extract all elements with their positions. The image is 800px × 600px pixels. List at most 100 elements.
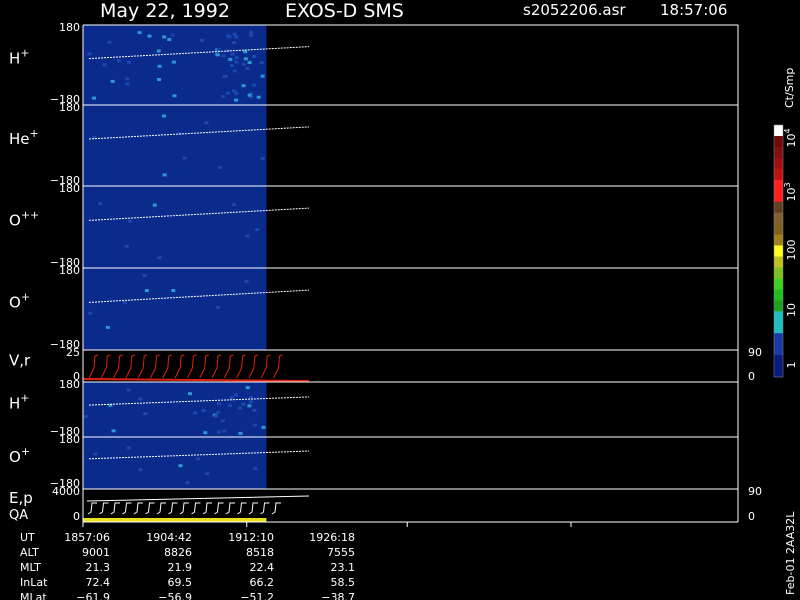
count-cell — [229, 396, 234, 400]
energy-sweep — [248, 502, 258, 515]
colorbar-tick: 104 — [783, 128, 798, 147]
count-cell — [172, 94, 177, 98]
ephem-value: −56.9 — [158, 591, 192, 600]
ytick-top: 180 — [59, 378, 80, 391]
colorbar-tick: 1 — [785, 362, 798, 369]
ephem-label: ALT — [20, 546, 39, 559]
species-label: O+ — [9, 445, 30, 466]
ytick-right-top: 90 — [748, 346, 762, 359]
count-cell — [252, 408, 257, 412]
count-cell — [167, 38, 172, 41]
velocity-sweep — [125, 354, 136, 379]
count-cell — [127, 446, 131, 450]
energy-sweep — [271, 502, 281, 515]
colorbar-segment — [774, 300, 783, 312]
count-cell — [245, 386, 250, 390]
quality-label: QA — [9, 508, 28, 523]
count-cell — [230, 52, 235, 56]
count-cell — [193, 411, 198, 415]
ytick-top: 180 — [59, 21, 80, 34]
count-cell — [87, 52, 92, 56]
count-cell — [253, 467, 258, 471]
count-cell — [88, 311, 93, 315]
velocity-sweep — [162, 354, 172, 379]
colorbar-segment — [774, 278, 783, 290]
count-cell — [256, 95, 261, 99]
ytick-top: 180 — [59, 433, 80, 446]
ephem-value: 22.4 — [250, 561, 275, 574]
plot-file: s2052206.asr — [523, 1, 626, 19]
count-cell — [123, 300, 127, 304]
count-cell — [124, 244, 129, 248]
count-cell — [238, 431, 243, 435]
count-cell — [200, 38, 205, 42]
ytick-top: 25 — [66, 346, 80, 359]
count-cell — [125, 82, 130, 86]
count-cell — [83, 415, 88, 419]
count-cell — [245, 234, 250, 238]
ephem-value: −61.9 — [76, 591, 110, 600]
ephem-value: 8826 — [164, 546, 192, 559]
count-cell — [241, 84, 246, 88]
panel-7: 180−180O+ — [9, 433, 739, 490]
colorbar-segment — [774, 234, 783, 247]
ephem-value: 21.9 — [168, 561, 193, 574]
count-cell — [238, 406, 242, 410]
ephem-label: InLat — [20, 576, 48, 589]
energy-sweep — [122, 502, 132, 515]
count-cell — [243, 50, 248, 54]
count-cell — [126, 60, 131, 64]
count-cell — [245, 67, 250, 70]
count-cell — [249, 33, 254, 37]
panel-8: 4000 0 90 0 E,pQA — [9, 485, 762, 523]
energy-sweep — [110, 502, 120, 515]
ephem-value: 1857:06 — [64, 531, 110, 544]
species-label: H+ — [9, 46, 30, 67]
colorbar-segment — [774, 245, 783, 257]
count-cell — [222, 429, 227, 433]
count-cell — [182, 156, 187, 160]
velocity-sweep — [236, 354, 246, 379]
count-cell — [216, 305, 220, 309]
panel-2: 180−180He+ — [9, 101, 739, 187]
count-cell — [171, 60, 176, 64]
colorbar-tick: 103 — [783, 182, 798, 201]
count-cell — [215, 53, 220, 57]
velocity-sweep — [273, 354, 283, 379]
time-axis — [82, 522, 572, 527]
count-cell — [137, 31, 142, 35]
ephem-value: 72.4 — [86, 576, 111, 589]
colorbar-segment — [774, 344, 783, 356]
count-cell — [144, 289, 149, 293]
count-cell — [178, 464, 183, 468]
colorbar-segment — [774, 333, 783, 345]
energy-sweep — [179, 502, 189, 515]
count-cell — [228, 404, 232, 408]
count-cell — [162, 173, 167, 177]
count-cell — [143, 412, 148, 416]
colorbar-tick: 100 — [785, 240, 798, 261]
count-cell — [116, 59, 121, 63]
ytick-top: 180 — [59, 101, 80, 114]
ytick-top: 180 — [59, 264, 80, 277]
count-cell — [188, 392, 192, 396]
colorbar-segment — [774, 311, 783, 323]
count-cell — [147, 34, 152, 38]
colorbar-segment — [774, 366, 783, 378]
colorbar-segment — [774, 289, 783, 301]
count-cell — [205, 472, 210, 476]
count-cell — [252, 423, 257, 427]
plot-date: May 22, 1992 — [100, 0, 230, 22]
ytick-top: 4000 — [52, 485, 80, 498]
count-cell — [138, 468, 143, 472]
energy-sweep — [191, 502, 201, 515]
colorbar-segment — [774, 157, 783, 170]
ytick-right-bottom: 0 — [748, 510, 755, 523]
ephem-value: 9001 — [82, 546, 110, 559]
ephem-value: −38.7 — [321, 591, 355, 600]
count-cell — [142, 274, 147, 277]
ytick-right-top: 90 — [748, 485, 762, 498]
species-label: H+ — [9, 391, 30, 412]
panel-fill — [83, 105, 267, 186]
energy-trace — [86, 495, 309, 502]
